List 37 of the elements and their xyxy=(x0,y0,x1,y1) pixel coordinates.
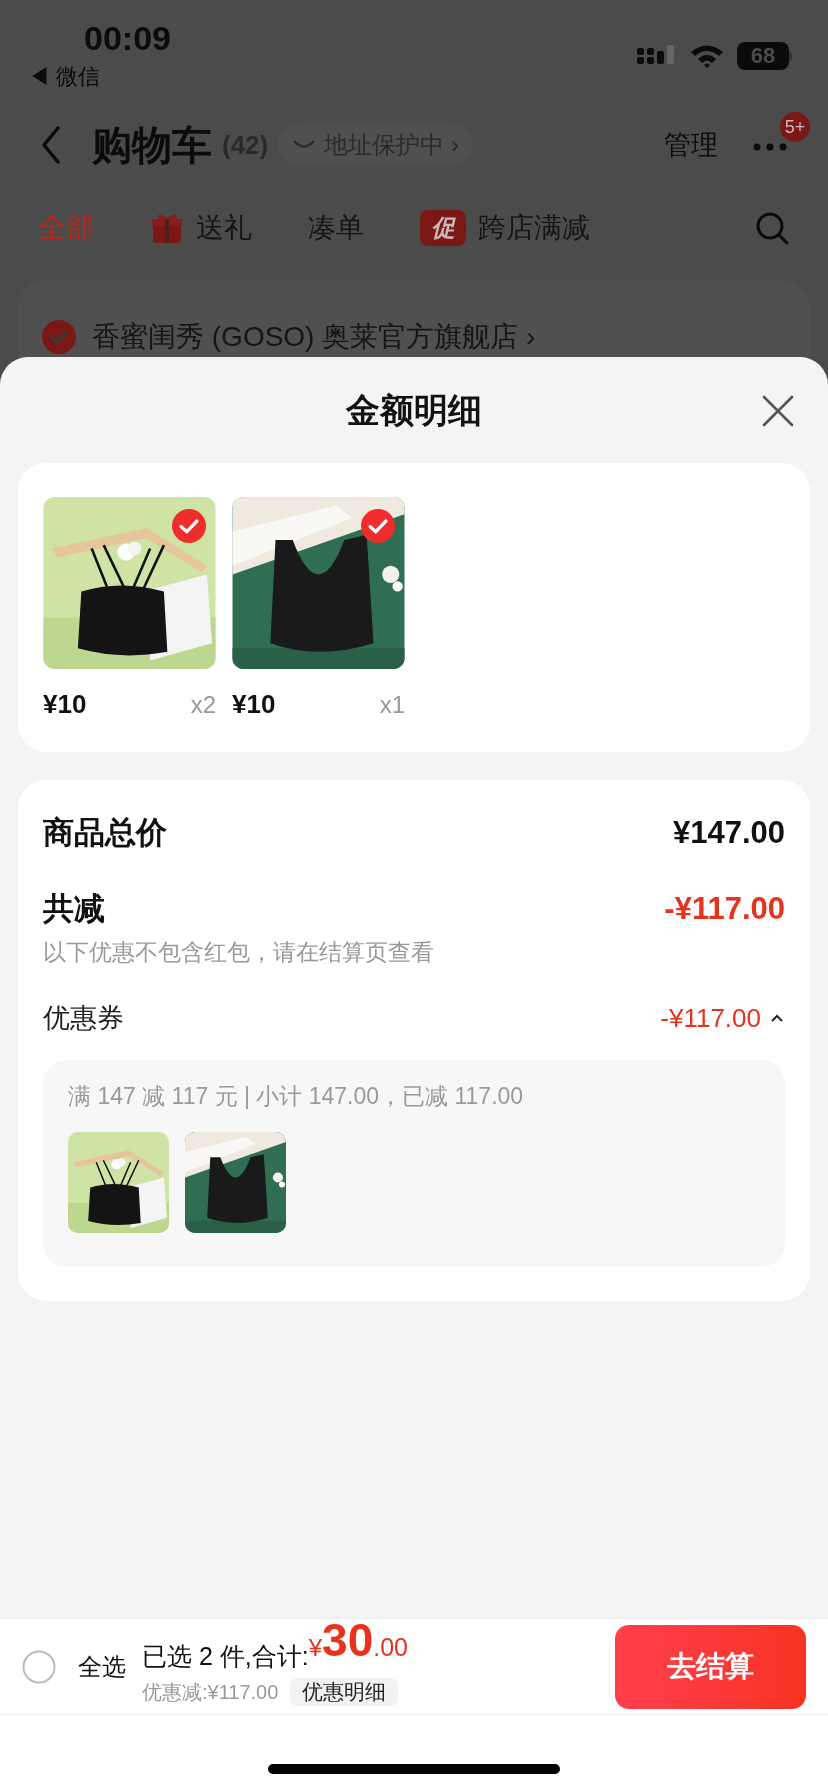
coupon-amount: -¥117.00 xyxy=(660,1001,761,1035)
saving-amount: 优惠减:¥117.00 xyxy=(142,1679,279,1705)
select-all-label[interactable]: 全选 xyxy=(78,1648,126,1685)
selected-summary: 已选 2 件,合计: xyxy=(142,1640,309,1672)
checkbox-icon[interactable] xyxy=(22,1649,56,1684)
manage-link[interactable]: 管理 xyxy=(664,124,718,166)
coupon-detail-text: 满 147 减 117 元 | 小计 147.00，已减 117.00 xyxy=(68,1082,525,1111)
promo-tag: 促 xyxy=(420,210,466,246)
total-price: ¥147.00 xyxy=(672,813,785,852)
more-icon[interactable] xyxy=(752,142,788,152)
wifi-icon xyxy=(689,43,725,69)
total-amount: ¥30.00 xyxy=(308,1617,408,1668)
store-name[interactable]: 香蜜闺秀 (GOSO) 奥莱官方旗舰店 › xyxy=(92,320,536,354)
back-icon[interactable] xyxy=(40,125,62,165)
battery-percentage: 68 xyxy=(750,45,776,67)
tab[interactable]: 全部 xyxy=(38,203,94,253)
status-time: 00:09 xyxy=(83,18,171,58)
item-price: ¥10 xyxy=(232,688,276,721)
caret-icon[interactable] xyxy=(769,1012,785,1024)
page-title: 购物车 xyxy=(92,122,212,169)
checkbox-icon[interactable] xyxy=(42,320,76,354)
item-quantity: x1 xyxy=(379,689,405,720)
item-quantity: x2 xyxy=(190,689,216,720)
item-price: ¥10 xyxy=(43,688,87,721)
home-indicator[interactable] xyxy=(268,1763,560,1774)
notification-badge: 5+ xyxy=(780,112,810,142)
discount-amount: -¥117.00 xyxy=(664,889,785,928)
search-icon[interactable] xyxy=(754,210,790,246)
close-icon[interactable] xyxy=(762,395,794,427)
discount-note: 以下优惠不包含红包，请在结算页查看 xyxy=(43,938,435,967)
checkout-button[interactable]: 去结算 xyxy=(615,1624,806,1709)
coupon-label: 优惠券 xyxy=(43,1001,124,1035)
back-to-app-link[interactable]: ◀ 微信 xyxy=(28,62,171,92)
total-label: 商品总价 xyxy=(43,813,167,852)
discount-detail-button[interactable]: 优惠明细 xyxy=(290,1677,399,1706)
sheet-title: 金额明细 xyxy=(346,389,482,431)
discount-label: 共减 xyxy=(43,889,105,928)
